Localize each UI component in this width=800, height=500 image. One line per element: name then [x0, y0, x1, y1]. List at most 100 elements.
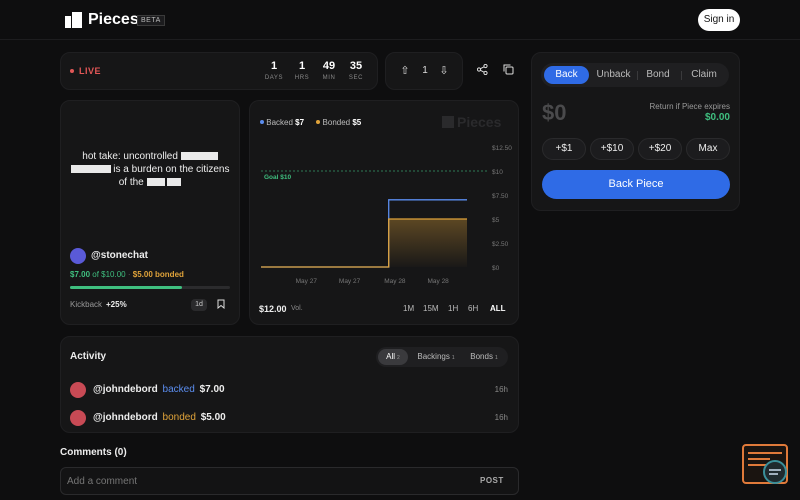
activity-action: bonded — [162, 412, 196, 423]
volume-label: Vol. — [291, 305, 303, 312]
goal-label: Goal $10 — [264, 174, 291, 181]
countdown-days-value: 1 — [270, 60, 278, 72]
trade-tabs: Back Unback Bond Claim — [541, 63, 729, 87]
sign-in-button[interactable]: Sign in — [698, 9, 740, 31]
activity-action: backed — [162, 384, 195, 395]
copy-icon[interactable] — [501, 64, 515, 78]
activity-avatar[interactable] — [70, 382, 86, 398]
piece-text-line-1: hot take: uncontrolled — [70, 150, 230, 163]
legend-bonded-value: $5 — [352, 118, 362, 127]
piece-text-segment: of the — [118, 177, 144, 188]
piece-text-segment: is a burden on the citizens — [113, 164, 230, 175]
tab-bond[interactable]: Bond — [638, 66, 678, 84]
funding-progress-track — [70, 286, 230, 289]
countdown-minutes-value: 49 — [322, 60, 336, 72]
activity-time: 16h — [494, 413, 508, 422]
tab-unback[interactable]: Unback — [591, 66, 636, 84]
timeframe-1h[interactable]: 1H — [448, 304, 458, 313]
vote-count: 1 — [422, 65, 428, 76]
filter-bonds[interactable]: Bonds 1 — [464, 349, 504, 365]
funding-summary: $7.00 of $10.00 · $5.00 bonded — [70, 270, 184, 279]
x-tick-label: May 27 — [339, 278, 361, 285]
comment-input[interactable] — [67, 473, 447, 489]
add-10-button[interactable]: +$10 — [590, 138, 634, 160]
countdown-minutes-unit: MIN — [322, 75, 336, 81]
countdown-hours-unit: HRS — [294, 75, 310, 81]
return-value: $0.00 — [704, 112, 730, 123]
return-label: Return if Piece expires — [649, 102, 730, 111]
countdown-hours: 1 HRS — [291, 60, 313, 81]
legend-bonded-swatch — [316, 120, 321, 124]
separator-dot: · — [127, 270, 131, 279]
activity-row: @johndebord backed $7.00 — [93, 384, 225, 400]
y-tick-label: $7.50 — [492, 193, 509, 200]
line-chart: $12.50 $10 $7.50 $5 $2.50 $0 Goal $10 May 27 May… — [261, 145, 512, 285]
add-20-button[interactable]: +$20 — [638, 138, 682, 160]
piece-card — [60, 100, 240, 325]
period-badge[interactable]: 1d — [191, 299, 207, 311]
chart-legend: Backed $7 Bonded $5 — [260, 118, 361, 127]
tab-claim[interactable]: Claim — [682, 66, 726, 84]
countdown-days: 1 DAYS — [263, 60, 285, 81]
filter-backings-label: Backings — [417, 352, 450, 361]
max-button[interactable]: Max — [686, 138, 730, 160]
brand-name[interactable]: Pieces — [88, 11, 139, 29]
filter-all-label: All — [386, 352, 396, 361]
bookmark-icon[interactable] — [216, 299, 226, 312]
amount-input[interactable]: $0 — [542, 100, 566, 126]
author-avatar[interactable] — [70, 248, 86, 264]
timeframe-all[interactable]: ALL — [490, 304, 506, 313]
share-icon[interactable] — [475, 63, 489, 78]
y-tick-label: $5 — [492, 217, 500, 224]
kickback-value: +25% — [106, 300, 127, 309]
x-tick-label: May 27 — [296, 278, 318, 285]
comments-title: Comments (0) — [60, 447, 127, 458]
y-tick-label: $0 — [492, 265, 500, 272]
timeframe-6h[interactable]: 6H — [468, 304, 478, 313]
author-handle[interactable]: @stonechat — [91, 250, 148, 261]
countdown-minutes: 49 MIN — [318, 60, 340, 81]
bonded-area — [261, 219, 467, 267]
kickback-label: Kickback — [70, 300, 103, 309]
timeframe-1m[interactable]: 1M — [403, 304, 414, 313]
activity-avatar[interactable] — [70, 410, 86, 426]
bonded-amount: $5.00 bonded — [132, 270, 184, 279]
countdown-hours-value: 1 — [298, 60, 306, 72]
pieces-logo-icon[interactable] — [65, 12, 82, 28]
post-button[interactable]: POST — [480, 476, 504, 485]
beta-badge: BETA — [137, 15, 165, 26]
redacted-block — [167, 178, 182, 186]
activity-user[interactable]: @johndebord — [93, 384, 158, 395]
help-widget-icon[interactable] — [742, 444, 790, 486]
goal-text: of $10.00 — [92, 270, 126, 279]
activity-filter-tabs: All 2 Backings 1 Bonds 1 — [376, 347, 508, 367]
piece-text-line-3: of the — [70, 176, 230, 189]
legend-backed-swatch — [260, 120, 264, 124]
top-bar: Pieces BETA Sign in — [0, 0, 800, 40]
legend-bonded-label: Bonded — [322, 118, 351, 127]
activity-user[interactable]: @johndebord — [93, 412, 158, 423]
tab-back[interactable]: Back — [544, 66, 589, 84]
add-1-button[interactable]: +$1 — [542, 138, 586, 160]
back-piece-button[interactable]: Back Piece — [542, 170, 730, 199]
filter-all[interactable]: All 2 — [378, 349, 408, 365]
watermark-logo-icon — [442, 116, 454, 128]
funding-progress-fill — [70, 286, 182, 289]
countdown-seconds-value: 35 — [349, 60, 363, 72]
y-tick-label: $12.50 — [492, 145, 512, 152]
backed-amount: $7.00 — [70, 270, 91, 279]
watermark-text: Pieces — [457, 114, 502, 130]
chart-watermark: Pieces — [442, 114, 501, 130]
downvote-icon[interactable]: ⇩ — [437, 65, 451, 77]
filter-bonds-label: Bonds — [470, 352, 493, 361]
legend-backed-label: Backed — [266, 118, 293, 127]
piece-text: hot take: uncontrolled is a burden on th… — [70, 150, 230, 189]
filter-backings[interactable]: Backings 1 — [411, 349, 461, 365]
filter-all-count: 2 — [397, 355, 400, 361]
timeframe-15m[interactable]: 15M — [423, 304, 439, 313]
x-tick-label: May 28 — [384, 278, 406, 285]
countdown-seconds-unit: SEC — [348, 75, 364, 81]
activity-time: 16h — [494, 385, 508, 394]
upvote-icon[interactable]: ⇧ — [398, 65, 412, 77]
activity-amount: $5.00 — [200, 412, 226, 423]
